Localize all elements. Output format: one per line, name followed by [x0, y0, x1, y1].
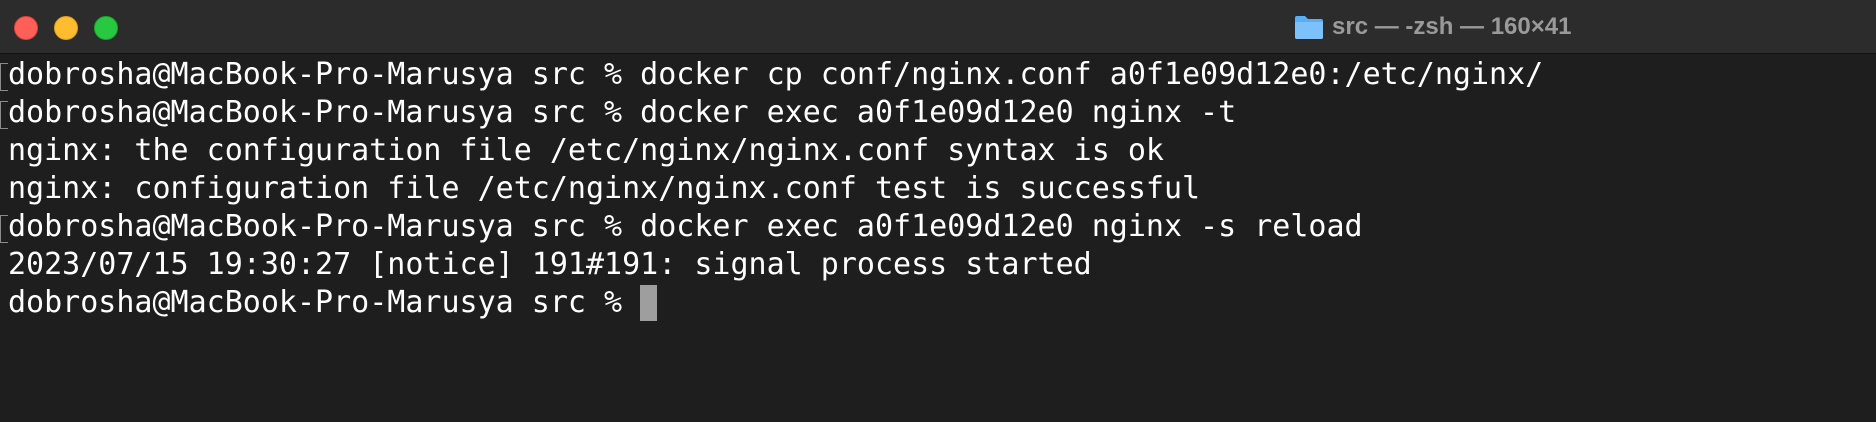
terminal-line: dobrosha@MacBook-Pro-Marusya src % docke…	[8, 57, 1544, 92]
terminal-output[interactable]: dobrosha@MacBook-Pro-Marusya src % docke…	[0, 56, 1876, 422]
command-mark	[0, 215, 8, 243]
folder-icon	[1295, 16, 1323, 39]
title-bar[interactable]: src — -zsh — 160×41	[0, 0, 1876, 54]
command-mark	[0, 63, 8, 91]
prompt-text: dobrosha@MacBook-Pro-Marusya src %	[8, 285, 641, 320]
zoom-button[interactable]	[94, 16, 118, 40]
terminal-line: nginx: configuration file /etc/nginx/ngi…	[8, 171, 1201, 206]
terminal-line: 2023/07/15 19:30:27 [notice] 191#191: si…	[8, 247, 1092, 282]
prompt-line[interactable]: dobrosha@MacBook-Pro-Marusya src %	[8, 284, 658, 322]
close-button[interactable]	[14, 16, 38, 40]
minimize-button[interactable]	[54, 16, 78, 40]
terminal-window: src — -zsh — 160×41 dobrosha@MacBook-Pro…	[0, 0, 1876, 422]
terminal-line: dobrosha@MacBook-Pro-Marusya src % docke…	[8, 209, 1363, 244]
window-title: src — -zsh — 160×41	[1294, 11, 1571, 43]
command-mark	[0, 101, 8, 129]
window-title-text: src — -zsh — 160×41	[1332, 13, 1572, 40]
terminal-line: nginx: the configuration file /etc/nginx…	[8, 133, 1164, 168]
text-cursor	[640, 285, 658, 321]
terminal-line: dobrosha@MacBook-Pro-Marusya src % docke…	[8, 95, 1237, 130]
